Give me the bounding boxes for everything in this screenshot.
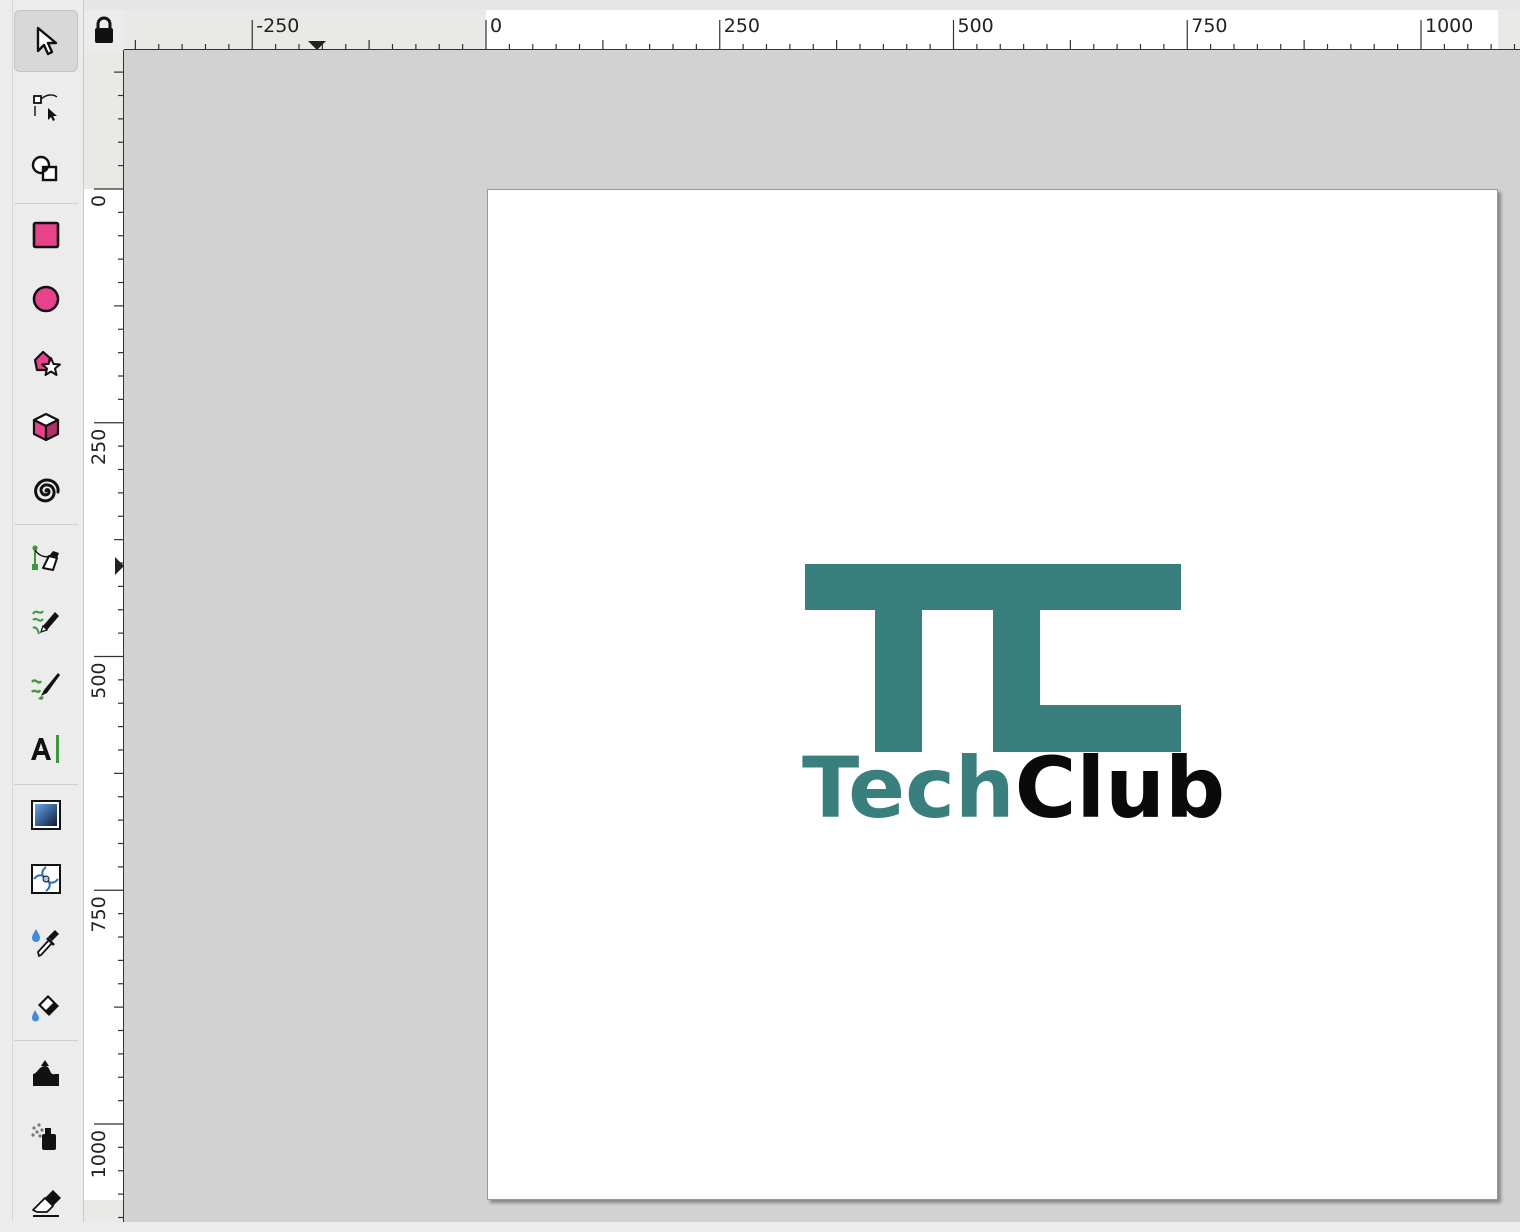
logo-text-tech: Tech — [802, 739, 1015, 837]
pen-bezier-icon — [32, 545, 59, 571]
ruler-label: 750 — [88, 896, 110, 932]
tweak-tool[interactable] — [14, 1042, 78, 1104]
vertical-ruler-scale: 0 250 500 750 1000 — [84, 50, 124, 1222]
toolbar-strip — [84, 0, 1520, 10]
ruler-label: 500 — [88, 663, 110, 699]
rectangle-icon — [32, 221, 60, 249]
dropper-icon — [32, 929, 59, 957]
node-edit-icon — [33, 94, 58, 121]
tweak-icon — [33, 1060, 59, 1086]
spray-icon — [31, 1123, 56, 1150]
text-tool[interactable] — [14, 718, 78, 780]
ruler-offpage-band — [1498, 10, 1520, 50]
ruler-label: 500 — [958, 15, 994, 37]
star-polygon-icon — [33, 350, 61, 376]
paint-bucket-tool[interactable] — [14, 976, 78, 1038]
toolbox — [0, 0, 84, 1222]
ruler-label: 250 — [88, 429, 110, 465]
ruler-label: -250 — [256, 15, 299, 37]
vertical-ruler[interactable]: 0 250 500 750 1000 — [84, 50, 124, 1222]
text-icon — [31, 735, 59, 763]
ruler-offpage-band — [84, 50, 124, 189]
gradient-icon — [31, 800, 61, 830]
eraser-icon — [32, 1190, 61, 1217]
rectangle-tool[interactable] — [14, 204, 78, 266]
lock-icon — [95, 16, 113, 43]
logo-letter-t — [805, 564, 993, 752]
toolbox-separator — [14, 1040, 78, 1041]
toolbox-separator — [14, 524, 78, 525]
shape-builder-icon — [31, 155, 58, 182]
ruler-label: 1000 — [88, 1130, 110, 1178]
spiral-tool[interactable] — [14, 460, 78, 522]
horizontal-ruler[interactable]: -250 0 250 500 750 1000 — [124, 10, 1520, 50]
box3d-tool[interactable] — [14, 396, 78, 458]
mesh-icon — [31, 864, 61, 894]
calligraphy-icon — [31, 673, 60, 700]
ruler-label: 250 — [724, 15, 760, 37]
node-tool[interactable] — [14, 74, 78, 136]
spiral-icon — [34, 478, 60, 503]
pencil-tool[interactable] — [14, 590, 78, 652]
horizontal-ruler-scale: -250 0 250 500 750 1000 — [124, 10, 1520, 50]
gradient-tool[interactable] — [14, 784, 78, 846]
shape-builder-tool[interactable] — [14, 138, 78, 200]
spray-tool[interactable] — [14, 1106, 78, 1168]
pencil-icon — [32, 610, 59, 635]
star-polygon-tool[interactable] — [14, 332, 78, 394]
canvas[interactable]: TechClub — [124, 50, 1520, 1222]
ruler-corner[interactable] — [84, 10, 124, 50]
ellipse-icon — [32, 285, 60, 313]
logo-letter-c — [993, 564, 1181, 752]
ruler-label: 0 — [88, 195, 110, 207]
pen-tool[interactable] — [14, 526, 78, 588]
logo-tc-mark[interactable] — [805, 564, 1181, 752]
ruler-label: 1000 — [1425, 15, 1473, 37]
document-page[interactable]: TechClub — [487, 189, 1498, 1200]
calligraphy-tool[interactable] — [14, 654, 78, 716]
toolbox-edge — [12, 0, 13, 1222]
logo-wordmark[interactable]: TechClub — [802, 746, 1225, 830]
ruler-offpage-band — [84, 1200, 124, 1222]
ruler-label: 750 — [1191, 15, 1227, 37]
dropper-tool[interactable] — [14, 912, 78, 974]
ellipse-tool[interactable] — [14, 268, 78, 330]
selector-tool[interactable] — [14, 10, 78, 72]
eraser-tool[interactable] — [14, 1170, 78, 1232]
ruler-offpage-band — [124, 10, 486, 50]
logo-text-club: Club — [1014, 739, 1226, 837]
ruler-label: 0 — [490, 15, 502, 37]
paint-bucket-icon — [32, 995, 59, 1022]
mesh-tool[interactable] — [14, 848, 78, 910]
box3d-icon — [32, 412, 60, 442]
selector-arrow-icon — [36, 26, 58, 56]
